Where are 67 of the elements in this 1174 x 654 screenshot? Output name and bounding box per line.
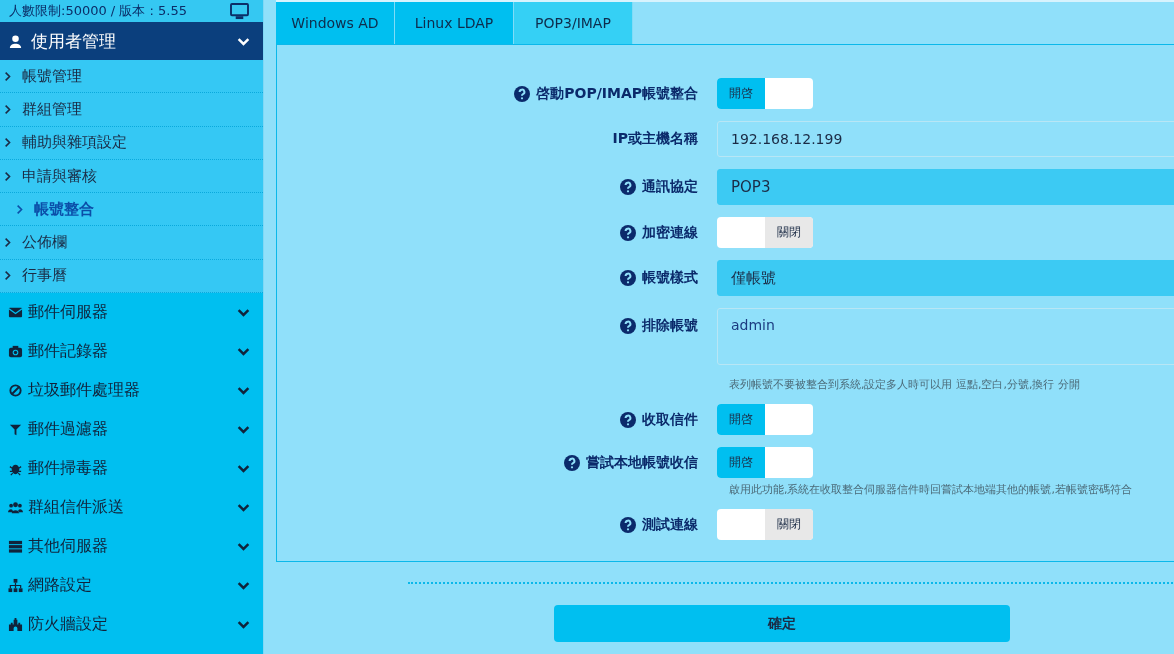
- menu-item[interactable]: 網路設定: [0, 566, 263, 606]
- menu-item[interactable]: 垃圾郵件處理器: [0, 371, 263, 411]
- menu-item[interactable]: 群組信件派送: [0, 488, 263, 528]
- chevron-down-icon: [236, 384, 251, 398]
- toggle-switch[interactable]: 開啓: [717, 78, 813, 109]
- field-label: 通訊協定: [642, 178, 698, 196]
- ban-icon: [8, 383, 23, 399]
- menu-item[interactable]: 防火牆設定: [0, 605, 263, 645]
- toggle-switch[interactable]: 開啓: [717, 447, 813, 478]
- chevron-down-icon: [236, 423, 251, 437]
- chevron-right-icon: [4, 170, 12, 182]
- user-icon: [8, 33, 23, 49]
- toggle-switch[interactable]: 關閉: [717, 509, 813, 540]
- chevron-right-icon: [4, 137, 12, 149]
- sidebar-item[interactable]: 帳號整合: [0, 193, 263, 227]
- field-label: 加密連線: [642, 223, 698, 242]
- users-icon: [8, 500, 23, 516]
- chevron-down-icon: [236, 618, 251, 632]
- field-label: IP或主機名稱: [612, 130, 698, 148]
- tab[interactable]: POP3/IMAP: [514, 2, 633, 44]
- field-label: 啓動POP/IMAP帳號整合: [536, 84, 698, 103]
- menu-item[interactable]: 郵件記錄器: [0, 332, 263, 372]
- chevron-right-icon: [4, 237, 12, 249]
- confirm-button[interactable]: 確定: [554, 605, 1010, 642]
- tab[interactable]: Linux LDAP: [395, 2, 514, 44]
- chevron-down-icon: [236, 540, 251, 554]
- field-label: 嘗試本地帳號收信: [586, 453, 698, 472]
- select-field[interactable]: POP3: [717, 169, 1174, 205]
- sidebar-item[interactable]: 輔助與雜項設定: [0, 126, 263, 160]
- filter-icon: [8, 422, 23, 438]
- castle-icon: [8, 617, 23, 633]
- field-label: 排除帳號: [642, 317, 698, 335]
- toggle-switch[interactable]: 關閉: [717, 217, 813, 248]
- text-area[interactable]: admin: [717, 308, 1174, 365]
- tab[interactable]: Windows AD: [276, 2, 395, 44]
- field-label: 收取信件: [642, 410, 698, 429]
- chevron-down-icon: [236, 462, 251, 476]
- hint-text: 表列帳號不要被整合到系統,設定多人時可以用 逗點,空白,分號,換行 分開: [728, 377, 1080, 392]
- sidebar-item[interactable]: 群組管理: [0, 93, 263, 127]
- chevron-right-icon: [16, 203, 24, 215]
- menu-item[interactable]: 郵件過濾器: [0, 410, 263, 450]
- version-info: 人數限制:50000 / 版本 : 5.55: [9, 2, 187, 20]
- chevron-right-icon: [4, 103, 12, 115]
- field-label: 測試連線: [642, 515, 698, 534]
- chevron-right-icon: [4, 270, 12, 282]
- chevron-right-icon: [4, 70, 12, 82]
- camera-icon: [8, 344, 23, 360]
- monitor-icon: [230, 2, 249, 20]
- sidebar-item[interactable]: 行事曆: [0, 259, 263, 294]
- chevron-down-icon: [236, 501, 251, 515]
- menu-item[interactable]: 其他伺服器: [0, 527, 263, 567]
- chevron-down-icon: [236, 345, 251, 359]
- section-header[interactable]: 使用者管理: [0, 22, 263, 60]
- sidebar-item[interactable]: 申請與審核: [0, 159, 263, 194]
- toggle-switch[interactable]: 開啓: [717, 404, 813, 435]
- field-label: 帳號樣式: [642, 269, 698, 287]
- menu-item[interactable]: 郵件掃毒器: [0, 449, 263, 489]
- chevron-down-icon: [236, 306, 251, 320]
- menu-item[interactable]: 郵件伺服器: [0, 293, 263, 333]
- chevron-down-icon: [236, 579, 251, 593]
- select-field[interactable]: 僅帳號: [717, 260, 1174, 296]
- sidebar-item[interactable]: 帳號管理: [0, 60, 263, 94]
- text-field[interactable]: 192.168.12.199: [717, 121, 1174, 157]
- sidebar-item[interactable]: 公佈欄: [0, 226, 263, 260]
- hint-text: 啟用此功能,系統在收取整合伺服器信件時回嘗試本地端其他的帳號,若帳號密碼符合: [728, 482, 1132, 497]
- server-icon: [8, 539, 23, 555]
- sitemap-icon: [8, 578, 23, 594]
